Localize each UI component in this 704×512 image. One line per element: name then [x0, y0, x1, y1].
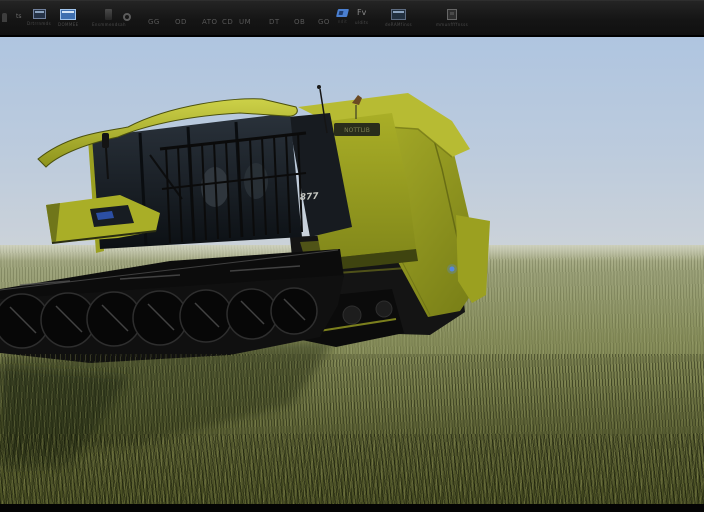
toolbar-text-button[interactable]: GG [148, 18, 160, 26]
console-window-icon [60, 9, 77, 20]
toolbar-button-label: Ensmmendsah [92, 22, 126, 27]
toolbar-button-label: deRAMfinss [385, 22, 413, 27]
toolbar-text-button[interactable]: DT [269, 18, 280, 26]
toolbar-button-effects[interactable]: Fv uldits [355, 8, 368, 25]
toolbar-button-label: ndit [337, 19, 348, 24]
toolbar-button-flag[interactable]: ndit [336, 9, 349, 24]
beacon-light [447, 264, 457, 274]
toolbar-button-label: Drtrrnmds [27, 21, 52, 26]
brand-plate: NOTTLIB [334, 123, 380, 136]
tool-glyph-icon: ts [16, 13, 22, 20]
toolbar-button-console[interactable]: DOMMEE [58, 9, 79, 27]
monitor-window-icon [391, 9, 407, 20]
person-icon [2, 13, 7, 22]
toolbar-text-button[interactable]: ATO [202, 18, 218, 26]
toolbar-text-button[interactable]: CD [222, 18, 233, 26]
model-badge: 877 [300, 192, 320, 203]
top-toolbar: ts Drtrrnmds DOMMEE Ensmmendsah GG OD AT… [0, 0, 704, 37]
toolbar-button-label: mmunffffnsss [436, 22, 469, 27]
toolbar-button-label: DOMMEE [58, 22, 79, 27]
circle-icon [123, 13, 131, 21]
toolbar-button-tool[interactable]: ts [16, 13, 21, 21]
toolbar-button-monitor[interactable]: deRAMfinss [385, 9, 412, 27]
toolbar-button-label: uldits [355, 20, 369, 25]
bottom-bar [0, 504, 704, 512]
3d-viewport[interactable]: NOTTLIB 877 [0, 37, 704, 504]
toolbar-button-circle[interactable] [123, 13, 131, 21]
toolbar-button-grid[interactable]: mmunffffnsss [436, 9, 468, 27]
brand-plate-text: NOTTLIB [344, 127, 370, 134]
toolbar-text-button[interactable]: OD [175, 18, 187, 26]
foreground-grass-near [0, 434, 704, 504]
window-panel-icon [32, 9, 46, 19]
toolbar-text-button[interactable]: GO [318, 18, 330, 26]
toolbar-text-button[interactable]: OB [294, 18, 305, 26]
toolbar-button-structure[interactable]: Ensmmendsah [92, 9, 126, 27]
toolbar-text-button[interactable]: UM [239, 18, 251, 26]
structure-icon [105, 9, 113, 20]
effects-glyph-icon: Fv [357, 8, 367, 17]
blue-flag-icon [336, 9, 349, 17]
toolbar-button-user[interactable] [2, 13, 7, 22]
toolbar-button-panel[interactable]: Drtrrnmds [27, 9, 51, 26]
grid-panel-icon [447, 9, 458, 20]
app-window: ts Drtrrnmds DOMMEE Ensmmendsah GG OD AT… [0, 0, 704, 512]
